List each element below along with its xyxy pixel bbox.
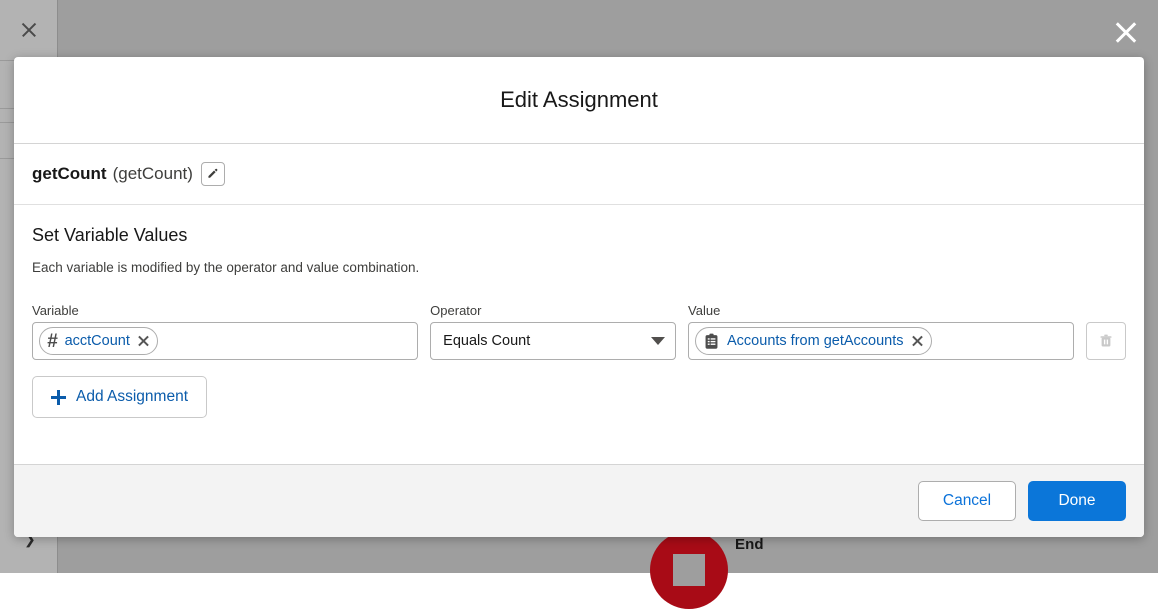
done-button[interactable]: Done <box>1028 481 1126 521</box>
chevron-down-icon <box>651 337 665 345</box>
edit-assignment-modal: Edit Assignment getCount (getCount) Set … <box>14 57 1144 537</box>
record-collection-icon <box>703 333 720 350</box>
number-hash-icon: # <box>47 332 58 351</box>
flow-end-node-label: End <box>735 536 764 553</box>
modal-footer: Cancel Done <box>14 464 1144 537</box>
value-field-label: Value <box>688 303 1074 318</box>
operator-select[interactable]: Equals Count <box>430 322 676 360</box>
modal-header: Edit Assignment <box>14 57 1144 144</box>
modal-body: Set Variable Values Each variable is mod… <box>14 205 1144 464</box>
value-input[interactable]: Accounts from getAccounts <box>688 322 1074 360</box>
toolbox-close-button[interactable] <box>0 0 57 61</box>
variable-field-group: Variable # acctCount <box>32 303 418 360</box>
add-assignment-label: Add Assignment <box>76 388 188 406</box>
flow-end-node-center <box>673 554 705 586</box>
operator-selected-value: Equals Count <box>443 333 530 349</box>
delete-assignment-row-button[interactable] <box>1086 322 1126 360</box>
pencil-icon <box>206 168 219 181</box>
variable-pill[interactable]: # acctCount <box>39 327 158 355</box>
plus-icon <box>51 390 66 405</box>
trash-icon <box>1098 333 1114 349</box>
operator-field-label: Operator <box>430 303 676 318</box>
variable-pill-label: acctCount <box>65 333 130 349</box>
close-icon[interactable] <box>137 335 150 348</box>
value-pill-label: Accounts from getAccounts <box>727 333 904 349</box>
assignment-row: Variable # acctCount Operator Equals Cou… <box>32 303 1126 360</box>
edit-label-button[interactable] <box>201 162 225 186</box>
section-help-text: Each variable is modified by the operato… <box>32 260 1126 275</box>
element-label: getCount <box>32 164 107 184</box>
add-assignment-button[interactable]: Add Assignment <box>32 376 207 418</box>
value-pill[interactable]: Accounts from getAccounts <box>695 327 932 355</box>
element-name-bar: getCount (getCount) <box>14 144 1144 205</box>
variable-input[interactable]: # acctCount <box>32 322 418 360</box>
close-icon <box>1113 19 1139 45</box>
canvas-connector-line <box>57 540 58 573</box>
operator-field-group: Operator Equals Count <box>430 303 676 360</box>
variable-field-label: Variable <box>32 303 418 318</box>
close-icon[interactable] <box>911 335 924 348</box>
cancel-button[interactable]: Cancel <box>918 481 1016 521</box>
value-field-group: Value Accounts from ge <box>688 303 1074 360</box>
element-api-name: (getCount) <box>113 164 193 184</box>
close-icon <box>20 21 38 39</box>
section-title: Set Variable Values <box>32 225 1126 246</box>
global-close-button[interactable] <box>1104 10 1148 54</box>
page-title: Edit Assignment <box>500 87 658 113</box>
